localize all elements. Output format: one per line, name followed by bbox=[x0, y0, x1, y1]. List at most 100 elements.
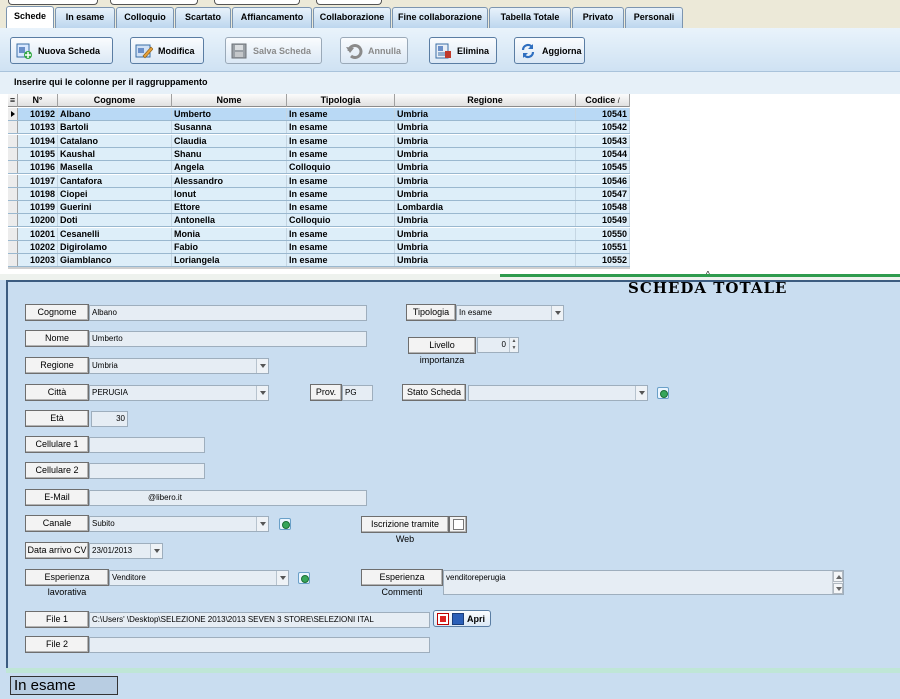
cell-codice[interactable]: 10548 bbox=[576, 201, 630, 214]
cell-codice[interactable]: 10544 bbox=[576, 147, 630, 160]
tab-colloquio[interactable]: Colloquio bbox=[116, 7, 174, 28]
group-by-area[interactable]: Inserire qui le colonne per il raggruppa… bbox=[0, 72, 900, 94]
delete-button[interactable]: Elimina bbox=[429, 37, 497, 64]
cell-number[interactable]: 10198 bbox=[18, 187, 58, 200]
cell-number[interactable]: 10195 bbox=[18, 147, 58, 160]
file2-field[interactable] bbox=[89, 637, 430, 653]
tab-tabella-totale[interactable]: Tabella Totale bbox=[489, 7, 571, 28]
refresh-button[interactable]: Aggiorna bbox=[514, 37, 585, 64]
new-record-button[interactable]: Nuova Scheda bbox=[10, 37, 113, 64]
cell-tipologia[interactable]: In esame bbox=[287, 121, 395, 134]
row-indicator[interactable] bbox=[8, 121, 18, 134]
cell-tipologia[interactable]: Colloquio bbox=[287, 161, 395, 174]
cell-number[interactable]: 10200 bbox=[18, 214, 58, 227]
open-file-button[interactable]: Apri bbox=[433, 610, 491, 627]
cell-codice[interactable]: 10549 bbox=[576, 214, 630, 227]
cell-codice[interactable]: 10552 bbox=[576, 254, 630, 267]
regione-select[interactable]: Umbria bbox=[89, 358, 269, 374]
cell-number[interactable]: 10193 bbox=[18, 121, 58, 134]
cell-tipologia[interactable]: In esame bbox=[287, 227, 395, 240]
table-row[interactable]: 10201 Cesanelli Monia In esame Umbria 10550 bbox=[8, 227, 630, 241]
column-header-number[interactable]: N° bbox=[18, 94, 58, 107]
cell-regione[interactable]: Umbria bbox=[395, 214, 576, 227]
window-button-stub[interactable] bbox=[110, 0, 198, 5]
add-esperienza-icon[interactable] bbox=[298, 572, 310, 584]
stato-select[interactable] bbox=[468, 385, 648, 401]
cell-cognome[interactable]: Ciopei bbox=[58, 187, 172, 200]
window-button-stub[interactable] bbox=[316, 0, 382, 5]
cell-nome[interactable]: Fabio bbox=[172, 241, 287, 253]
tab-collaborazione[interactable]: Collaborazione bbox=[313, 7, 391, 28]
cell-nome[interactable]: Monia bbox=[172, 227, 287, 240]
citta-select[interactable]: PERUGIA bbox=[89, 385, 269, 401]
cell-regione[interactable]: Umbria bbox=[395, 187, 576, 200]
cell-number[interactable]: 10194 bbox=[18, 134, 58, 147]
cell-cognome[interactable]: Albano bbox=[58, 108, 172, 120]
cell-regione[interactable]: Umbria bbox=[395, 174, 576, 187]
cancel-button[interactable]: Annulla bbox=[340, 37, 408, 64]
cell-cognome[interactable]: Kaushal bbox=[58, 147, 172, 160]
cell-nome[interactable]: Shanu bbox=[172, 147, 287, 160]
table-row[interactable]: 10202 Digirolamo Fabio In esame Umbria 10551 bbox=[8, 241, 630, 254]
cell-cognome[interactable]: Cesanelli bbox=[58, 227, 172, 240]
tab-schede[interactable]: Schede bbox=[6, 6, 54, 29]
cell-codice[interactable]: 10550 bbox=[576, 227, 630, 240]
cell-cognome[interactable]: Doti bbox=[58, 214, 172, 227]
table-row[interactable]: 10196 Masella Angela Colloquio Umbria 10545 bbox=[8, 161, 630, 175]
chevron-down-icon[interactable] bbox=[256, 359, 268, 373]
cell-codice[interactable]: 10547 bbox=[576, 187, 630, 200]
row-indicator[interactable] bbox=[8, 241, 18, 253]
table-row[interactable]: 10197 Cantafora Alessandro In esame Umbria 10… bbox=[8, 174, 630, 188]
cell-codice[interactable]: 10551 bbox=[576, 241, 630, 253]
table-row[interactable]: 10194 Catalano Claudia In esame Umbria 10543 bbox=[8, 134, 630, 148]
cell-nome[interactable]: Susanna bbox=[172, 121, 287, 134]
column-header-tipologia[interactable]: Tipologia bbox=[287, 94, 395, 107]
add-stato-icon[interactable] bbox=[657, 387, 669, 399]
row-indicator[interactable] bbox=[8, 254, 18, 267]
cell-number[interactable]: 10196 bbox=[18, 161, 58, 174]
tab-scartato[interactable]: Scartato bbox=[175, 7, 231, 28]
tab-in-esame[interactable]: In esame bbox=[55, 7, 115, 28]
save-button[interactable]: Salva Scheda bbox=[225, 37, 322, 64]
cell-nome[interactable]: Ettore bbox=[172, 201, 287, 214]
row-indicator[interactable] bbox=[8, 214, 18, 227]
tab-fine-collaborazione[interactable]: Fine collaborazione bbox=[392, 7, 488, 28]
cell-tipologia[interactable]: In esame bbox=[287, 108, 395, 120]
row-indicator[interactable] bbox=[8, 174, 18, 187]
column-chooser-icon[interactable]: ≡ bbox=[8, 94, 18, 107]
table-row[interactable]: 10192 Albano Umberto In esame Umbria 10541 bbox=[8, 108, 630, 121]
cell-number[interactable]: 10202 bbox=[18, 241, 58, 253]
cell-codice[interactable]: 10545 bbox=[576, 161, 630, 174]
cell-nome[interactable]: Angela bbox=[172, 161, 287, 174]
cell-cognome[interactable]: Masella bbox=[58, 161, 172, 174]
calendar-dropdown-icon[interactable] bbox=[150, 544, 162, 558]
cell-regione[interactable]: Umbria bbox=[395, 121, 576, 134]
scroll-up-icon[interactable] bbox=[833, 571, 843, 582]
window-button-stub[interactable] bbox=[8, 0, 98, 5]
cell-regione[interactable]: Umbria bbox=[395, 254, 576, 267]
table-row[interactable]: 10200 Doti Antonella Colloquio Umbria 10549 bbox=[8, 214, 630, 228]
column-header-nome[interactable]: Nome bbox=[172, 94, 287, 107]
cell-number[interactable]: 10201 bbox=[18, 227, 58, 240]
tab-affiancamento[interactable]: Affiancamento bbox=[232, 7, 312, 28]
eta-field[interactable]: 30 bbox=[91, 411, 128, 427]
cell-cognome[interactable]: Catalano bbox=[58, 134, 172, 147]
cell-tipologia[interactable]: In esame bbox=[287, 147, 395, 160]
cell-regione[interactable]: Umbria bbox=[395, 241, 576, 253]
cell-regione[interactable]: Umbria bbox=[395, 134, 576, 147]
cell-nome[interactable]: Claudia bbox=[172, 134, 287, 147]
email-field[interactable]: @libero.it bbox=[89, 490, 367, 506]
row-indicator[interactable] bbox=[8, 161, 18, 174]
cell-number[interactable]: 10197 bbox=[18, 174, 58, 187]
cell-nome[interactable]: Ionut bbox=[172, 187, 287, 200]
cell-regione[interactable]: Umbria bbox=[395, 108, 576, 120]
cell-regione[interactable]: Umbria bbox=[395, 161, 576, 174]
cell-tipologia[interactable]: In esame bbox=[287, 174, 395, 187]
row-indicator[interactable] bbox=[8, 201, 18, 214]
cell-nome[interactable]: Alessandro bbox=[172, 174, 287, 187]
cell-number[interactable]: 10192 bbox=[18, 108, 58, 120]
cell-tipologia[interactable]: In esame bbox=[287, 241, 395, 253]
cognome-field[interactable]: Albano bbox=[89, 305, 367, 321]
table-row[interactable]: 10199 Guerini Ettore In esame Lombardia 10548 bbox=[8, 201, 630, 215]
column-header-cognome[interactable]: Cognome bbox=[58, 94, 172, 107]
